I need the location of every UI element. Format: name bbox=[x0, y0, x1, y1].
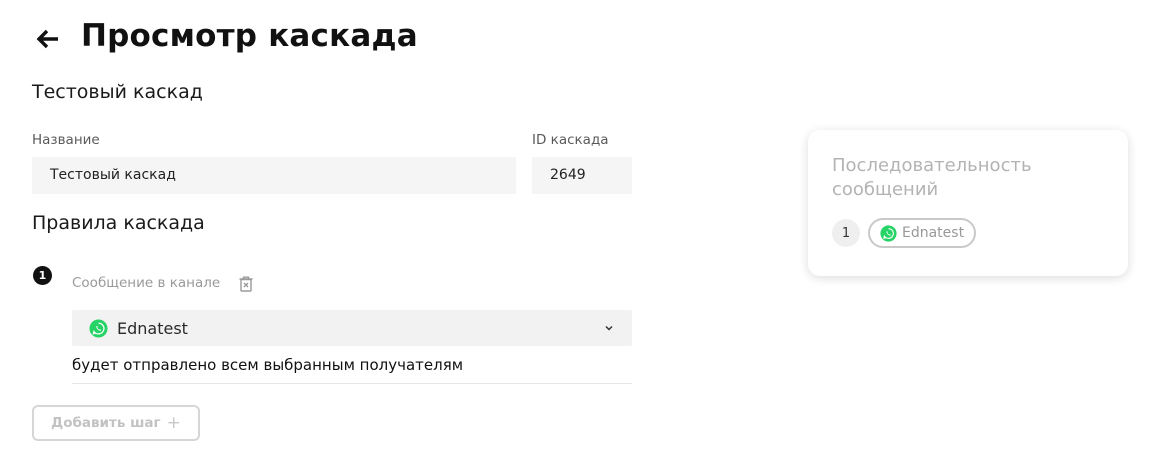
arrow-left-icon bbox=[36, 29, 58, 49]
sequence-title: Последовательность сообщений bbox=[832, 155, 1032, 200]
page-title: Просмотр каскада bbox=[81, 18, 418, 54]
step-label: Сообщение в канале bbox=[72, 275, 221, 291]
chevron-down-icon bbox=[605, 325, 613, 331]
divider bbox=[72, 383, 632, 384]
cascade-heading: Тестовый каскад bbox=[32, 81, 203, 103]
id-field: 2649 bbox=[532, 157, 632, 194]
name-field[interactable]: Тестовый каскад bbox=[32, 157, 516, 194]
recipients-text: будет отправлено всем выбранным получате… bbox=[72, 356, 464, 374]
step-number-badge: 1 bbox=[33, 266, 52, 285]
add-step-button[interactable]: Добавить шаг + bbox=[32, 405, 200, 441]
sequence-channel-label: Ednatest bbox=[902, 225, 965, 241]
plus-icon: + bbox=[166, 413, 181, 433]
sequence-channel-chip[interactable]: Ednatest bbox=[868, 218, 977, 248]
sequence-step-number: 1 bbox=[832, 219, 860, 247]
name-label: Название bbox=[32, 132, 100, 148]
trash-icon bbox=[239, 276, 253, 292]
whatsapp-icon bbox=[89, 318, 108, 338]
delete-step-button[interactable] bbox=[236, 274, 256, 294]
whatsapp-icon bbox=[880, 224, 897, 242]
add-step-label: Добавить шаг bbox=[51, 415, 161, 431]
sequence-card: Последовательность сообщений 1 Ednatest bbox=[808, 130, 1128, 276]
id-label: ID каскада bbox=[532, 132, 609, 148]
channel-select[interactable]: Ednatest bbox=[72, 310, 632, 346]
rules-heading: Правила каскада bbox=[32, 212, 205, 234]
channel-select-value: Ednatest bbox=[117, 318, 188, 338]
back-button[interactable] bbox=[34, 26, 62, 52]
